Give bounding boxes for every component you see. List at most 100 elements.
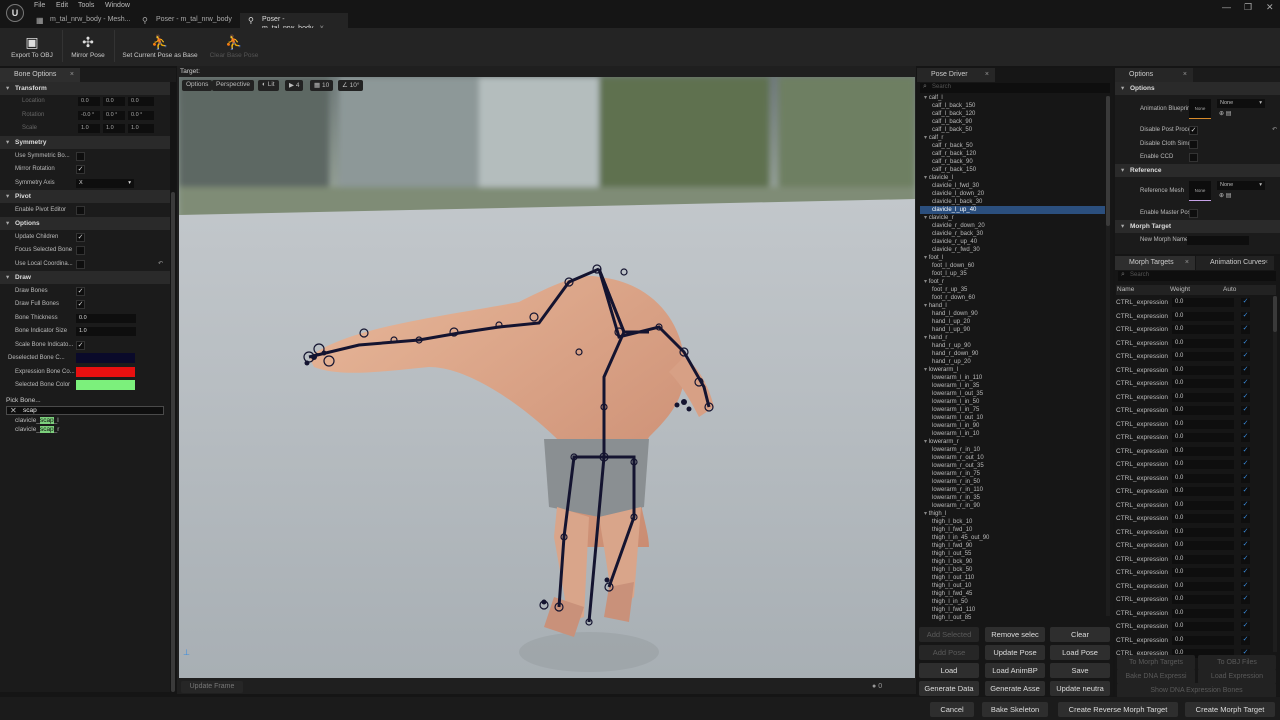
tree-item[interactable]: thigh_l_out_10 bbox=[920, 582, 1105, 590]
location-z[interactable]: 0.0 bbox=[128, 97, 154, 106]
auto-checkbox[interactable]: ✓ bbox=[1241, 581, 1250, 591]
clear-icon[interactable]: ✕ bbox=[10, 406, 17, 415]
tree-group[interactable]: clavicle_l bbox=[920, 174, 1105, 182]
scale-z[interactable]: 1.0 bbox=[128, 124, 154, 133]
tree-item[interactable]: clavicle_l_fwd_30 bbox=[920, 182, 1105, 190]
pivot-editor-checkbox[interactable] bbox=[76, 206, 85, 215]
auto-checkbox[interactable]: ✓ bbox=[1241, 406, 1250, 415]
grid-snap-button[interactable]: ▦ 10 bbox=[310, 80, 334, 91]
rotation-x[interactable]: -0.0 ° bbox=[78, 111, 100, 120]
rotation-z[interactable]: 0.0 ° bbox=[128, 111, 154, 120]
tree-item[interactable]: foot_r_down_60 bbox=[920, 294, 1105, 302]
weight-input[interactable]: 0.0 bbox=[1172, 379, 1234, 388]
table-row[interactable]: CTRL_expression 0.0 ✓ bbox=[1116, 364, 1276, 378]
pick-result-item[interactable]: clavicle_scap_r bbox=[15, 426, 59, 433]
angle-snap-button[interactable]: ∠ 10° bbox=[338, 80, 364, 91]
tree-group[interactable]: calf_r bbox=[920, 134, 1105, 142]
table-row[interactable]: CTRL_expression 0.0 ✓ bbox=[1116, 499, 1276, 513]
tree-group[interactable]: hand_l bbox=[920, 302, 1105, 310]
weight-input[interactable]: 0.0 bbox=[1172, 460, 1234, 469]
table-row[interactable]: CTRL_expression 0.0 ✓ bbox=[1116, 539, 1276, 553]
auto-checkbox[interactable]: ✓ bbox=[1241, 352, 1250, 361]
bone-thickness-input[interactable]: 0.0 bbox=[76, 314, 136, 323]
tree-item[interactable]: lowerarm_l_in_35 bbox=[920, 382, 1105, 390]
table-row[interactable]: CTRL_expression 0.0 ✓ bbox=[1116, 485, 1276, 499]
auto-checkbox[interactable]: ✓ bbox=[1241, 487, 1250, 496]
menu-window[interactable]: Window bbox=[105, 2, 130, 9]
section-symmetry[interactable]: Symmetry bbox=[0, 136, 170, 149]
lit-button[interactable]: ◐ Lit bbox=[258, 80, 279, 91]
close-icon[interactable]: × bbox=[985, 71, 989, 78]
pose-tree[interactable]: calf_lcalf_l_back_150calf_l_back_120calf… bbox=[920, 94, 1105, 622]
tree-item[interactable]: lowerarm_r_in_35 bbox=[920, 494, 1105, 502]
tree-group[interactable]: foot_r bbox=[920, 278, 1105, 286]
scale-indicator-checkbox[interactable]: ✓ bbox=[76, 341, 85, 350]
expression-color-swatch[interactable] bbox=[76, 367, 135, 377]
mirror-pose-button[interactable]: ✣ Mirror Pose bbox=[66, 32, 110, 59]
auto-checkbox[interactable]: ✓ bbox=[1241, 379, 1250, 388]
weight-input[interactable]: 0.0 bbox=[1172, 622, 1234, 631]
table-row[interactable]: CTRL_expression 0.0 ✓ bbox=[1116, 337, 1276, 351]
tree-item[interactable]: thigh_l_bck_50 bbox=[920, 566, 1105, 574]
tree-item[interactable]: foot_r_up_35 bbox=[920, 286, 1105, 294]
browse-icon[interactable]: ⊕ ▤ bbox=[1219, 192, 1231, 199]
bake-dna-button[interactable]: Bake DNA Expressi bbox=[1117, 669, 1195, 684]
tree-item[interactable]: calf_l_back_50 bbox=[920, 126, 1105, 134]
tree-group[interactable]: lowerarm_l bbox=[920, 366, 1105, 374]
load-expression-button[interactable]: Load Expression bbox=[1198, 669, 1276, 684]
close-icon[interactable]: × bbox=[1183, 71, 1187, 78]
weight-input[interactable]: 0.0 bbox=[1172, 473, 1234, 483]
tree-item[interactable]: thigh_l_bck_90 bbox=[920, 558, 1105, 566]
auto-checkbox[interactable]: ✓ bbox=[1241, 514, 1250, 523]
table-row[interactable]: CTRL_expression 0.0 ✓ bbox=[1116, 607, 1276, 621]
weight-input[interactable]: 0.0 bbox=[1172, 541, 1234, 550]
generate-data-button[interactable]: Generate Data bbox=[919, 681, 979, 696]
pick-bone-input[interactable]: ✕ scap bbox=[6, 406, 164, 415]
weight-input[interactable]: 0.0 bbox=[1172, 514, 1234, 523]
tree-item[interactable]: clavicle_l_back_30 bbox=[920, 198, 1105, 206]
auto-checkbox[interactable]: ✓ bbox=[1241, 622, 1250, 631]
table-row[interactable]: CTRL_expression 0.0 ✓ bbox=[1116, 526, 1276, 540]
pose-driver-tab[interactable]: Pose Driver × bbox=[917, 68, 995, 82]
weight-input[interactable]: 0.0 bbox=[1172, 311, 1234, 321]
table-row[interactable]: CTRL_expression 0.0 ✓ bbox=[1116, 553, 1276, 567]
tree-item[interactable]: thigh_l_in_50 bbox=[920, 598, 1105, 606]
weight-input[interactable]: 0.0 bbox=[1172, 568, 1234, 577]
scrollbar[interactable] bbox=[1106, 96, 1110, 616]
table-row[interactable]: CTRL_expression 0.0 ✓ bbox=[1116, 566, 1276, 580]
disable-postprocess-checkbox[interactable]: ✓ bbox=[1189, 126, 1198, 135]
3d-viewport[interactable] bbox=[179, 77, 915, 678]
generate-asset-button[interactable]: Generate Asse bbox=[985, 681, 1045, 696]
weight-input[interactable]: 0.0 bbox=[1172, 581, 1234, 591]
tree-group[interactable]: lowerarm_r bbox=[920, 438, 1105, 446]
table-row[interactable]: CTRL_expression 0.0 ✓ bbox=[1116, 458, 1276, 472]
section-draw[interactable]: Draw bbox=[0, 271, 170, 284]
tree-item[interactable]: clavicle_r_down_20 bbox=[920, 222, 1105, 230]
tab-poser-2[interactable]: ⚲Poser - m_tal_nrw_body× bbox=[240, 13, 348, 32]
tree-item[interactable]: thigh_l_out_55 bbox=[920, 550, 1105, 558]
auto-checkbox[interactable]: ✓ bbox=[1241, 527, 1250, 537]
menu-file[interactable]: File bbox=[34, 2, 45, 9]
table-row[interactable]: CTRL_expression 0.0 ✓ bbox=[1116, 404, 1276, 418]
table-row[interactable]: CTRL_expression 0.0 ✓ bbox=[1116, 323, 1276, 337]
update-children-checkbox[interactable]: ✓ bbox=[76, 233, 85, 242]
tree-group[interactable]: calf_l bbox=[920, 94, 1105, 102]
weight-input[interactable]: 0.0 bbox=[1172, 433, 1234, 442]
draw-bones-checkbox[interactable]: ✓ bbox=[76, 287, 85, 296]
table-row[interactable]: CTRL_expression 0.0 ✓ bbox=[1116, 431, 1276, 445]
tree-item[interactable]: clavicle_r_fwd_30 bbox=[920, 246, 1105, 254]
add-selected-button[interactable]: Add Selected bbox=[919, 627, 979, 642]
weight-input[interactable]: 0.0 bbox=[1172, 635, 1234, 645]
tree-group[interactable]: hand_r bbox=[920, 334, 1105, 342]
table-row[interactable]: CTRL_expression 0.0 ✓ bbox=[1116, 472, 1276, 486]
disable-cloth-checkbox[interactable] bbox=[1189, 140, 1198, 149]
tree-item[interactable]: foot_l_down_60 bbox=[920, 262, 1105, 270]
weight-input[interactable]: 0.0 bbox=[1172, 487, 1234, 496]
new-morph-name-input[interactable] bbox=[1187, 236, 1249, 245]
tree-item[interactable]: thigh_l_fwd_90 bbox=[920, 542, 1105, 550]
table-row[interactable]: CTRL_expression 0.0 ✓ bbox=[1116, 580, 1276, 594]
auto-checkbox[interactable]: ✓ bbox=[1241, 446, 1250, 456]
auto-checkbox[interactable]: ✓ bbox=[1241, 338, 1250, 348]
tree-item[interactable]: lowerarm_l_out_10 bbox=[920, 414, 1105, 422]
weight-input[interactable]: 0.0 bbox=[1172, 595, 1234, 604]
